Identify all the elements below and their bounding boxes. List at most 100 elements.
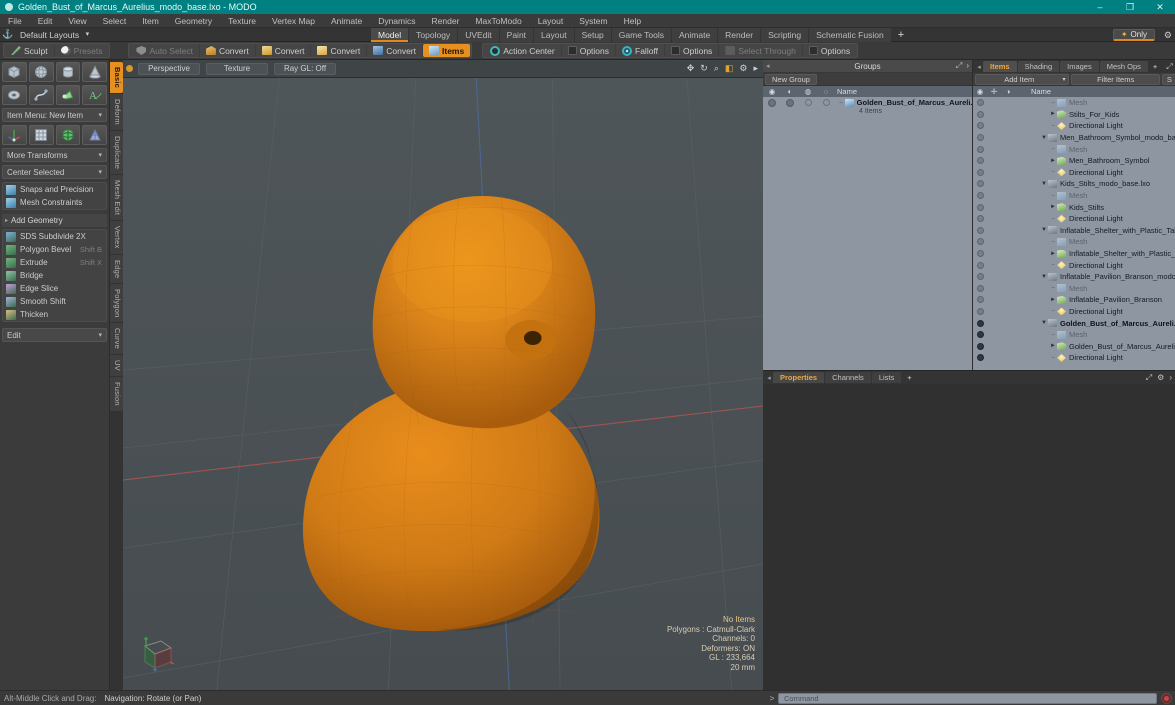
lock-icon[interactable]: ◍ [799, 87, 817, 96]
edit-dropdown[interactable]: Edit [2, 328, 107, 342]
expand-icon[interactable] [1049, 343, 1057, 349]
item-row[interactable]: Inflatable_Shelter_with_Plastic_Table... [973, 225, 1175, 237]
toolbar-presets-button[interactable]: Presets [55, 44, 109, 57]
sds-subdivide-2x-button[interactable]: SDS Subdivide 2X [3, 230, 106, 243]
expand-icon[interactable] [1049, 123, 1057, 129]
expand-icon[interactable] [1049, 285, 1057, 291]
toolbar-convert-button[interactable]: Convert [311, 44, 368, 57]
add-icon[interactable] [987, 273, 1001, 280]
pin-icon[interactable]: ⚓ [0, 29, 16, 40]
render-icon[interactable] [1001, 134, 1015, 141]
item-row[interactable]: Men_Bathroom_Symbol_modo_base.lxo [973, 132, 1175, 144]
render-icon[interactable] [1001, 192, 1015, 199]
add-icon[interactable] [987, 354, 1001, 361]
falloff-gradient-icon[interactable] [82, 125, 107, 145]
item-row[interactable]: Directional Light [973, 259, 1175, 271]
eye-icon[interactable] [973, 273, 987, 281]
add-item-button[interactable]: Add Item [975, 73, 1070, 85]
add-icon[interactable] [987, 99, 1001, 106]
render-icon[interactable] [1001, 215, 1015, 222]
expand-icon[interactable] [1049, 262, 1057, 268]
shading-mode-button[interactable]: Texture [206, 62, 268, 75]
vtab-uv[interactable]: UV [110, 355, 123, 377]
add-icon[interactable] [987, 238, 1001, 245]
menu-system[interactable]: System [571, 14, 615, 28]
eye-icon[interactable] [973, 296, 987, 304]
panel-menu-icon[interactable]: ◂ [766, 62, 770, 70]
lock-icon[interactable] [799, 99, 817, 107]
expand-icon[interactable] [1049, 204, 1057, 210]
cube-icon[interactable] [2, 62, 27, 82]
items-list[interactable]: MeshStilts_For_KidsDirectional LightMen_… [973, 97, 1175, 370]
item-row[interactable]: Golden_Bust_of_Marcus_Aureli... [973, 317, 1175, 329]
expand-icon[interactable] [1049, 332, 1057, 338]
expand-icon[interactable] [1040, 181, 1048, 187]
groups-list[interactable]: Golden_Bust_of_Marcus_Aureli...4 Items [763, 97, 972, 370]
grid-icon[interactable] [28, 125, 54, 145]
eye-icon[interactable] [973, 180, 987, 188]
add-icon[interactable] [987, 192, 1001, 199]
expand-icon[interactable] [1049, 239, 1057, 245]
add-icon[interactable] [987, 204, 1001, 211]
render-icon[interactable] [1001, 169, 1015, 176]
toolbar-convert-button[interactable]: Convert [256, 44, 312, 57]
properties-panel-menu-icon[interactable]: ◂ [765, 374, 773, 382]
render-icon[interactable] [1001, 273, 1015, 280]
layout-tab-animate[interactable]: Animate [671, 28, 718, 42]
group-row[interactable]: Golden_Bust_of_Marcus_Aureli... [763, 97, 972, 108]
toolbar-convert-button[interactable]: Convert [367, 44, 423, 57]
item-row[interactable]: Inflatable_Pavilion_Branson_modo_b... [973, 271, 1175, 283]
play-icon[interactable]: ▸ [753, 63, 758, 74]
toolbar-select-through-button[interactable]: Select Through [719, 44, 803, 57]
add-icon[interactable] [987, 227, 1001, 234]
layout-tab-model[interactable]: Model [371, 28, 409, 42]
eye-icon[interactable] [973, 319, 987, 327]
render-icon[interactable] [1001, 296, 1015, 303]
expand-icon[interactable]: ⤢ [1166, 62, 1172, 72]
ghost-icon[interactable] [817, 99, 835, 107]
item-row[interactable]: Kids_Stilts_modo_base.lxo [973, 178, 1175, 190]
bridge-button[interactable]: Bridge [3, 269, 106, 282]
eye-icon[interactable] [973, 238, 987, 246]
layout-tab-scripting[interactable]: Scripting [761, 28, 809, 42]
chevron-right-icon[interactable]: › [1169, 373, 1172, 383]
toolbar-auto-select-button[interactable]: Auto Select [130, 44, 200, 57]
add-icon[interactable] [987, 296, 1001, 303]
transform-axis-icon[interactable] [2, 125, 27, 145]
add-icon[interactable] [987, 215, 1001, 222]
vtab-fusion[interactable]: Fusion [110, 377, 123, 411]
layout-selector[interactable]: Default Layouts [16, 30, 93, 40]
eye-icon[interactable] [973, 110, 987, 118]
toolbar-items-button[interactable]: Items [423, 44, 471, 57]
rotate-icon[interactable]: ↻ [700, 63, 708, 74]
eye-icon[interactable] [973, 307, 987, 315]
item-row[interactable]: Inflatable_Pavilion_Branson [973, 294, 1175, 306]
expand-icon[interactable] [1049, 355, 1057, 361]
gear-icon[interactable]: ⚙ [1157, 373, 1164, 383]
expand-icon[interactable] [1049, 251, 1057, 257]
eye-icon[interactable] [763, 98, 781, 107]
menu-view[interactable]: View [60, 14, 94, 28]
cone-icon[interactable] [82, 62, 107, 82]
vtab-curve[interactable]: Curve [110, 323, 123, 355]
render-icon[interactable] [1001, 285, 1015, 292]
smooth-shift-button[interactable]: Smooth Shift [3, 295, 106, 308]
eye-icon[interactable] [973, 157, 987, 165]
move-icon[interactable]: ✥ [687, 63, 695, 74]
expand-icon[interactable]: ⤢ [1146, 373, 1152, 383]
expand-icon[interactable] [1049, 193, 1057, 199]
item-row[interactable]: Directional Light [973, 213, 1175, 225]
items-panel-menu-icon[interactable]: ◂ [975, 63, 983, 71]
text-icon[interactable]: A [82, 85, 107, 105]
layout-tab-schematic-fusion[interactable]: Schematic Fusion [809, 28, 891, 42]
item-row[interactable]: Mesh [973, 329, 1175, 341]
zoom-icon[interactable]: ⌕ [714, 63, 719, 74]
properties-tab-properties[interactable]: Properties [773, 372, 825, 383]
render-icon[interactable] [1001, 204, 1015, 211]
add-icon[interactable] [987, 180, 1001, 187]
maximize-button[interactable]: ❐ [1115, 0, 1145, 14]
toolbar-falloff-button[interactable]: Falloff [616, 44, 666, 57]
center-selected-dropdown[interactable]: Center Selected [2, 165, 107, 179]
view-mode-button[interactable]: Perspective [138, 62, 200, 75]
add-icon[interactable] [987, 250, 1001, 257]
